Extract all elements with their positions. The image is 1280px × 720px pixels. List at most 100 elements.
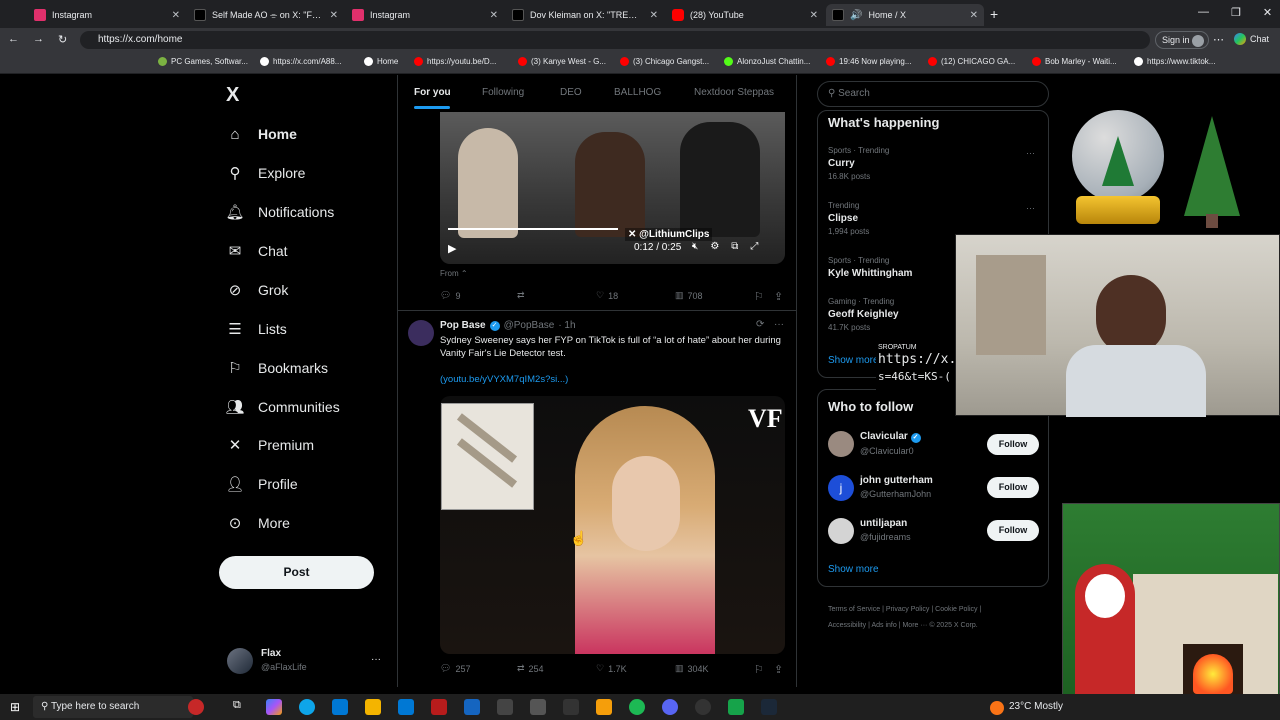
tab-deo[interactable]: DEO (560, 87, 582, 98)
views-button[interactable]: ▥ 708 (675, 290, 703, 301)
trend-item[interactable]: Trending Clipse 1,994 posts (828, 201, 869, 236)
bookmark-button[interactable]: ⚐ (754, 290, 764, 303)
discord-icon[interactable] (662, 699, 678, 715)
app-icon[interactable] (497, 699, 513, 715)
mail-icon[interactable] (398, 699, 414, 715)
follow-name[interactable]: Clavicular ✓ (860, 431, 921, 443)
share-button[interactable]: ⇪ (774, 663, 783, 676)
weather-text[interactable]: 23°C Mostly (1009, 701, 1063, 712)
app-icon[interactable] (596, 699, 612, 715)
task-view-icon[interactable]: ⧉ (233, 699, 249, 715)
close-icon[interactable]: ✕ (810, 10, 818, 21)
views-button[interactable]: ▥ 304K (675, 663, 709, 674)
close-icon[interactable]: ✕ (490, 10, 498, 21)
forward-icon[interactable]: → (33, 33, 44, 46)
bookmark-item[interactable]: https://x.com/A88... (260, 57, 341, 66)
trend-item[interactable]: Sports · Trending Kyle Whittingham (828, 256, 912, 279)
tab-youtube[interactable]: (28) YouTube ✕ (666, 4, 824, 26)
bookmark-item[interactable]: Bob Marley - Waiti... (1032, 57, 1117, 66)
video-player[interactable]: ▶ ✕ @LithiumClips 0:12 / 0:25 🔇︎ ⚙ ⧉ ⤢ (440, 112, 785, 264)
tab-ballhog[interactable]: BALLHOG (614, 87, 661, 98)
signin-button[interactable]: Sign in (1155, 31, 1210, 49)
app-icon[interactable] (431, 699, 447, 715)
bookmark-button[interactable]: ⚐ (754, 663, 764, 676)
sidebar-item-explore[interactable]: ⚲ Explore (226, 164, 306, 182)
share-button[interactable]: ⇪ (774, 290, 783, 303)
edge-icon[interactable] (299, 699, 315, 715)
grok-icon[interactable]: ⟳ (756, 319, 764, 330)
tab-following[interactable]: Following (482, 87, 524, 98)
like-button[interactable]: ♡ 18 (596, 290, 618, 301)
sidebar-item-chat[interactable]: ✉ Chat (226, 242, 288, 260)
close-icon[interactable]: ✕ (172, 10, 180, 21)
avatar[interactable] (828, 518, 854, 544)
tab-self-made[interactable]: Self Made AO ⌯ on X: "Fan: "Tho✕ (188, 4, 344, 26)
folder-icon[interactable] (365, 699, 381, 715)
show-more-follow[interactable]: Show more (828, 564, 879, 575)
bookmark-item[interactable]: https://www.tiktok... (1134, 57, 1215, 66)
taskbar-search[interactable]: ⚲ Type here to search (33, 696, 193, 718)
video-progress[interactable] (448, 228, 618, 230)
sidebar-item-lists[interactable]: ☰ Lists (226, 320, 287, 338)
new-tab-button[interactable]: + (990, 6, 998, 22)
minimize-button[interactable]: — (1198, 6, 1209, 19)
trend-item[interactable]: Sports · Trending Curry 16.8K posts (828, 146, 889, 181)
copilot-icon[interactable] (266, 699, 282, 715)
sidebar-item-more[interactable]: ⊙ More (226, 514, 290, 532)
tab-instagram-2[interactable]: Instagram ✕ (346, 4, 504, 26)
windows-start-icon[interactable]: ⊞ (10, 700, 20, 714)
tab-instagram-1[interactable]: Instagram ✕ (28, 4, 186, 26)
url-bar[interactable]: https://x.com/home (80, 31, 1150, 49)
sidebar-item-profile[interactable]: 👤︎ Profile (225, 475, 297, 493)
close-window-button[interactable]: ✕ (1263, 6, 1272, 19)
retweet-button[interactable]: ⇄ (517, 290, 525, 301)
trend-more-icon[interactable]: ··· (1026, 148, 1035, 158)
bookmark-item[interactable]: (3) Kanye West - G... (518, 57, 606, 66)
sidebar-item-communities[interactable]: 👥︎ Communities (225, 398, 339, 416)
bookmark-item[interactable]: 19:46 Now playing... (826, 57, 912, 66)
avatar[interactable] (227, 648, 253, 674)
reply-button[interactable]: 💬︎ 9 (440, 290, 460, 301)
follow-button[interactable]: Follow (987, 434, 1039, 455)
pip-icon[interactable]: ⧉ (731, 241, 738, 252)
show-more-trends[interactable]: Show more (828, 355, 879, 366)
avatar[interactable] (408, 320, 434, 346)
bookmark-item[interactable]: AlonzoJust Chattin... (724, 57, 810, 66)
mute-icon[interactable]: 🔇︎ (692, 241, 698, 252)
app-icon[interactable] (563, 699, 579, 715)
follow-name[interactable]: john gutterham (860, 475, 933, 486)
tweet-image[interactable]: VF (440, 396, 785, 654)
bookmark-item[interactable]: (3) Chicago Gangst... (620, 57, 709, 66)
close-icon[interactable]: ✕ (970, 10, 978, 21)
fullscreen-icon[interactable]: ⤢ (750, 241, 758, 252)
app-icon[interactable] (530, 699, 546, 715)
settings-icon[interactable]: ⚙ (710, 241, 719, 252)
bookmark-item[interactable]: (12) CHICAGO GA... (928, 57, 1015, 66)
steam-icon[interactable] (761, 699, 777, 715)
tweet-link[interactable]: (youtu.be/yVYXM7qIM2s?si...) (440, 374, 568, 385)
tab-dov-kleiman[interactable]: Dov Kleiman on X: "TRENDING: A✕ (506, 4, 664, 26)
spotify-icon[interactable] (629, 699, 645, 715)
avatar[interactable] (828, 431, 854, 457)
tab-for-you[interactable]: For you (414, 87, 451, 98)
sidebar-item-premium[interactable]: ✕ Premium (226, 436, 314, 454)
bookmark-item[interactable]: https://youtu.be/D... (414, 57, 496, 66)
from-label[interactable]: From ⌃ (440, 269, 468, 278)
post-button[interactable]: Post (219, 556, 374, 589)
bookmark-item[interactable]: Home (364, 57, 398, 66)
store-icon[interactable] (332, 699, 348, 715)
bookmark-item[interactable]: PC Games, Softwar... (158, 57, 248, 66)
search-input[interactable]: ⚲ Search (817, 81, 1049, 107)
retweet-button[interactable]: ⇄ 254 (517, 663, 544, 674)
app-icon[interactable] (464, 699, 480, 715)
tab-nextdoor-steppas[interactable]: Nextdoor Steppas (694, 87, 774, 98)
avatar[interactable]: j (828, 475, 854, 501)
follow-button[interactable]: Follow (987, 520, 1039, 541)
trend-item[interactable]: Gaming · Trending Geoff Keighley 41.7K p… (828, 297, 899, 332)
copilot-chat-button[interactable]: Chat (1234, 33, 1269, 45)
close-icon[interactable]: ✕ (330, 10, 338, 21)
more-icon[interactable]: ··· (774, 319, 784, 330)
trend-more-icon[interactable]: ··· (1026, 203, 1035, 213)
tab-home-x[interactable]: 🔊 Home / X ✕ (826, 4, 984, 26)
play-icon[interactable]: ▶ (448, 242, 456, 255)
